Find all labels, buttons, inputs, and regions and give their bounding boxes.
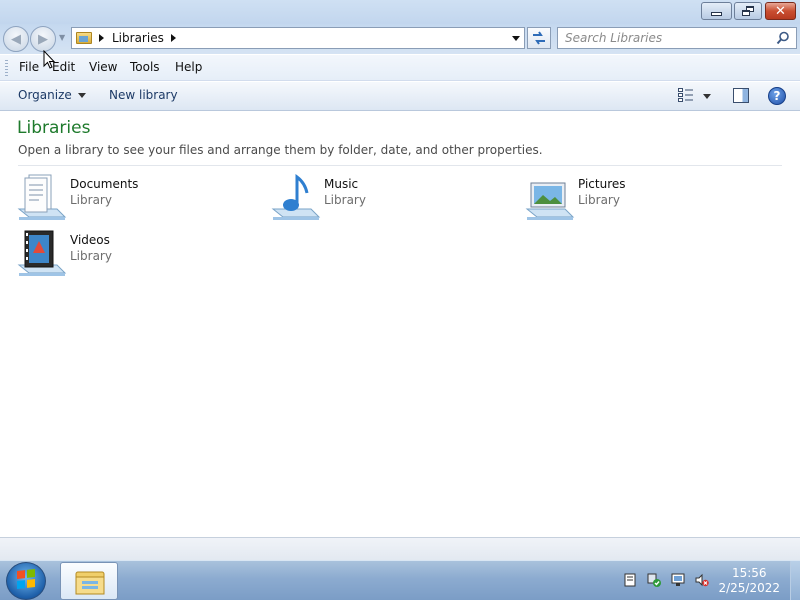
library-type: Library [324, 193, 366, 207]
forward-button[interactable]: ▶ [30, 26, 56, 52]
main-content: Libraries Open a library to see your fil… [0, 112, 800, 537]
mouse-cursor-icon [43, 50, 55, 69]
breadcrumb-separator-icon[interactable] [99, 34, 104, 42]
library-type: Library [70, 193, 112, 207]
breadcrumb-expand-icon[interactable] [170, 34, 176, 42]
start-button[interactable] [6, 562, 46, 600]
videos-library-icon [17, 230, 67, 276]
search-box[interactable] [557, 27, 797, 49]
organize-label: Organize [18, 88, 72, 102]
library-videos[interactable]: Videos Library [17, 229, 237, 281]
back-arrow-icon: ◀ [11, 31, 21, 47]
library-documents[interactable]: Documents Library [17, 173, 237, 225]
forward-arrow-icon: ▶ [38, 31, 48, 47]
menu-edit[interactable]: Edit [52, 60, 75, 74]
search-icon[interactable] [776, 31, 790, 45]
divider [18, 165, 782, 166]
libraries-folder-icon [76, 32, 92, 44]
windows-logo-icon [17, 569, 35, 589]
menu-grip [5, 60, 8, 76]
menu-bar: File Edit View Tools Help [0, 55, 800, 81]
clock-date: 2/25/2022 [718, 581, 780, 595]
navigation-bar: ◀ ▶ ▼ Libraries [0, 24, 800, 54]
view-options-dropdown-icon[interactable] [703, 94, 711, 99]
address-history-dropdown-icon[interactable] [512, 36, 520, 41]
library-pictures[interactable]: Pictures Library [525, 173, 745, 225]
refresh-button[interactable] [527, 27, 551, 49]
library-name: Music [324, 177, 359, 191]
library-type: Library [70, 249, 112, 263]
status-bar [0, 537, 800, 560]
action-center-icon[interactable] [623, 573, 637, 587]
command-bar: Organize New library ? [0, 82, 800, 111]
recent-pages-dropdown-icon[interactable]: ▼ [59, 33, 65, 42]
new-library-button[interactable]: New library [109, 88, 178, 102]
restore-icon [742, 6, 754, 16]
menu-view[interactable]: View [89, 60, 117, 74]
page-subtitle: Open a library to see your files and arr… [18, 143, 543, 157]
search-input[interactable] [558, 28, 773, 48]
back-button[interactable]: ◀ [3, 26, 29, 52]
network-icon[interactable] [671, 573, 685, 587]
pictures-library-icon [525, 182, 575, 220]
taskbar-explorer-button[interactable] [60, 562, 118, 600]
minimize-icon [711, 12, 722, 16]
system-tray: 15:56 2/25/2022 [598, 561, 800, 600]
music-library-icon [271, 173, 321, 220]
security-status-icon[interactable] [647, 573, 661, 587]
page-title: Libraries [17, 118, 91, 138]
menu-file[interactable]: File [19, 60, 39, 74]
title-bar: ✕ [0, 0, 800, 24]
windows-explorer-icon [75, 571, 105, 595]
show-desktop-button[interactable] [790, 561, 800, 600]
library-name: Pictures [578, 177, 626, 191]
documents-library-icon [17, 174, 67, 220]
address-bar[interactable]: Libraries [71, 27, 525, 49]
menu-tools[interactable]: Tools [130, 60, 160, 74]
close-button[interactable]: ✕ [765, 2, 796, 20]
new-library-label: New library [109, 88, 178, 102]
menu-help[interactable]: Help [175, 60, 202, 74]
library-name: Documents [70, 177, 139, 191]
organize-button[interactable]: Organize [18, 88, 86, 102]
clock-time: 15:56 [731, 566, 767, 580]
library-type: Library [578, 193, 620, 207]
change-view-icon[interactable] [678, 88, 694, 102]
help-icon[interactable]: ? [768, 87, 786, 105]
library-music[interactable]: Music Library [271, 173, 491, 225]
preview-pane-icon[interactable] [733, 88, 749, 103]
minimize-button[interactable] [701, 2, 732, 20]
taskbar: 15:56 2/25/2022 [0, 560, 800, 600]
chevron-down-icon [77, 92, 86, 98]
refresh-icon [533, 31, 545, 45]
library-name: Videos [70, 233, 110, 247]
volume-muted-icon[interactable] [695, 573, 709, 587]
maximize-button[interactable] [734, 2, 762, 20]
breadcrumb-libraries[interactable]: Libraries [112, 31, 164, 45]
taskbar-clock[interactable]: 15:56 2/25/2022 [718, 566, 780, 596]
close-icon: ✕ [775, 3, 786, 19]
